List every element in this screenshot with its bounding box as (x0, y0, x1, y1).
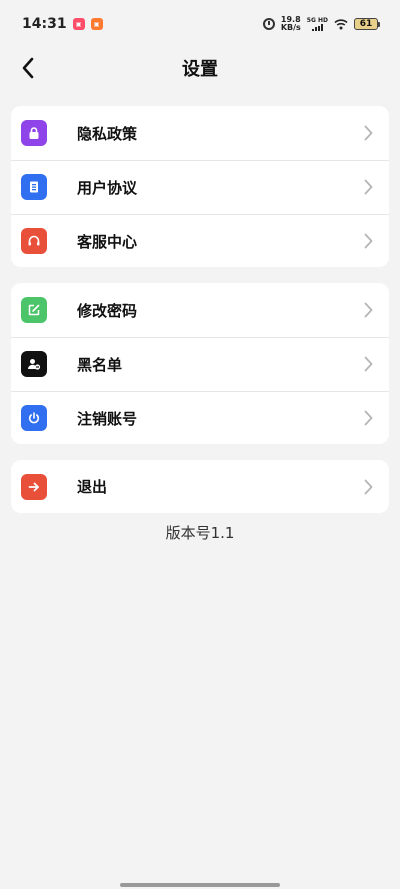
alarm-icon (262, 18, 275, 30)
settings-row-user-agreement[interactable]: 用户协议 (11, 160, 389, 214)
lock-icon (21, 120, 47, 146)
status-time: 14:31 (22, 16, 67, 32)
settings-group-info: 隐私政策 用户协议 客服中心 (11, 106, 389, 267)
app-notification-icon: ▣ (90, 18, 103, 30)
row-label: 修改密码 (77, 301, 138, 320)
cellular-signal: 5G HD (307, 17, 328, 31)
nav-header: 设置 (0, 48, 400, 88)
settings-row-customer-service[interactable]: 客服中心 (11, 214, 389, 267)
row-label: 黑名单 (77, 355, 123, 374)
row-label: 注销账号 (77, 409, 138, 428)
back-button[interactable] (14, 54, 42, 82)
battery-icon: 61 (354, 18, 380, 30)
chevron-left-icon (22, 57, 34, 79)
headphones-icon (21, 228, 47, 254)
chevron-right-icon (359, 178, 377, 196)
row-label: 用户协议 (77, 178, 138, 197)
battery-level: 61 (359, 19, 373, 29)
settings-row-delete-account[interactable]: 注销账号 (11, 391, 389, 444)
settings-group-account: 修改密码 黑名单 注销账号 (11, 283, 389, 444)
chevron-right-icon (359, 409, 377, 427)
document-icon (21, 174, 47, 200)
version-label: 版本号1.1 (165, 524, 235, 542)
network-speed: 19.8 KB/s (281, 16, 301, 32)
network-speed-unit: KB/s (280, 23, 301, 32)
wifi-icon (334, 19, 348, 30)
chevron-right-icon (359, 355, 377, 373)
settings-screen: 14:31 ▣ ▣ 19.8 KB/s 5G HD 61 设置 隐私政策 用户协… (0, 0, 400, 889)
settings-row-change-password[interactable]: 修改密码 (11, 283, 389, 337)
page-title: 设置 (182, 59, 218, 80)
home-indicator[interactable] (120, 883, 280, 887)
chevron-right-icon (359, 478, 377, 496)
settings-row-blacklist[interactable]: 黑名单 (11, 337, 389, 391)
app-notification-icon: ▣ (72, 18, 85, 30)
status-bar: 14:31 ▣ ▣ 19.8 KB/s 5G HD 61 (0, 0, 400, 48)
chevron-right-icon (359, 232, 377, 250)
power-icon (21, 405, 47, 431)
status-right: 19.8 KB/s 5G HD 61 (262, 16, 380, 32)
chevron-right-icon (359, 124, 377, 142)
status-left: 14:31 ▣ ▣ (22, 16, 103, 32)
settings-group-logout: 退出 (11, 460, 389, 513)
chevron-right-icon (359, 301, 377, 319)
arrow-right-icon (21, 473, 47, 500)
edit-icon (21, 297, 47, 323)
row-label: 隐私政策 (77, 124, 138, 143)
row-label: 客服中心 (77, 232, 138, 251)
row-label: 退出 (77, 478, 108, 496)
settings-row-logout[interactable]: 退出 (11, 460, 389, 513)
signal-icon (311, 23, 323, 31)
block-user-icon (21, 351, 47, 377)
settings-row-privacy-policy[interactable]: 隐私政策 (11, 106, 389, 160)
